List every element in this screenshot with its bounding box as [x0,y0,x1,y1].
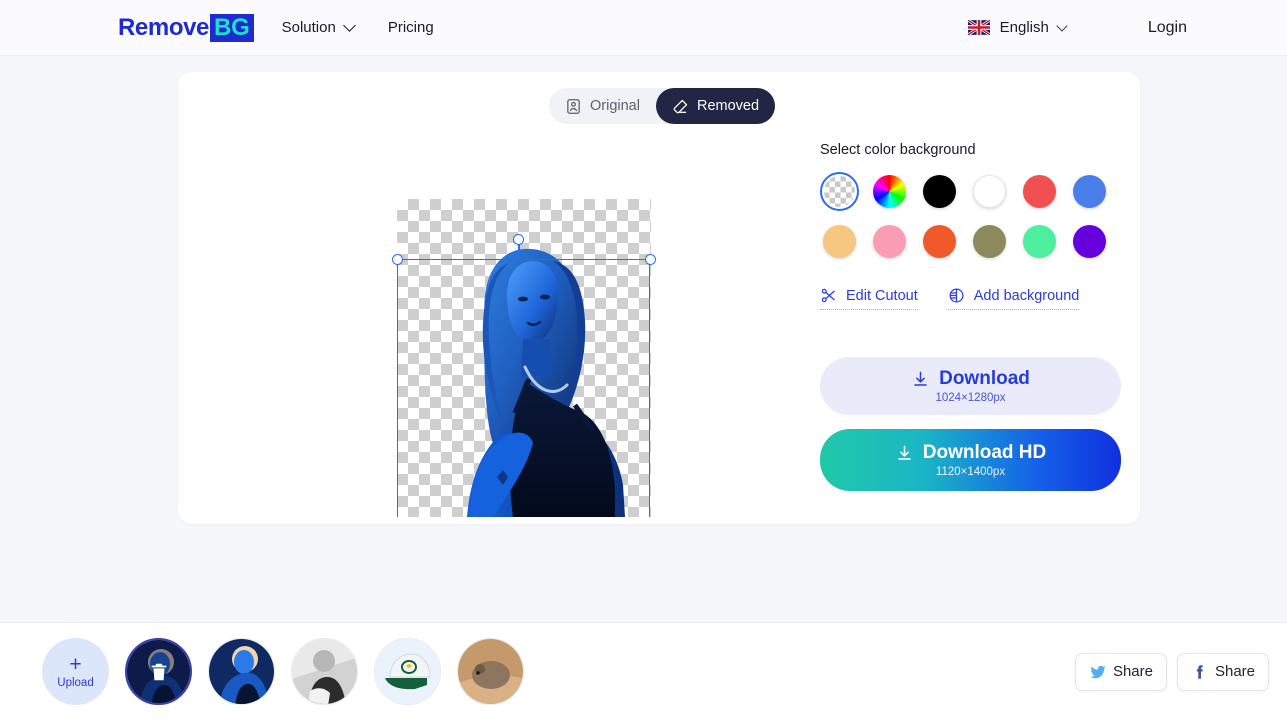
swatch-mint[interactable] [1020,222,1059,261]
swatch-mint-chip [1023,225,1056,258]
download-icon [911,370,930,389]
view-toggle: Original Removed [549,88,776,124]
swatch-blue[interactable] [1070,172,1109,211]
share-facebook-label: Share [1214,663,1255,680]
tab-removed-label: Removed [696,98,760,114]
download-button[interactable]: Download 1024×1280px [820,357,1121,415]
swatch-olive-chip [973,225,1006,258]
add-background-label: Add background [973,287,1080,304]
swatch-red-chip [1023,175,1056,208]
logo[interactable]: Remove BG [118,13,254,42]
swatch-tan-chip [823,225,856,258]
swatch-transparent[interactable] [820,172,859,211]
tab-original-label: Original [590,98,640,114]
image-preview-canvas[interactable] [392,199,656,517]
swatch-black-chip [923,175,956,208]
share-twitter-button[interactable]: Share [1074,652,1167,691]
swatch-pink-chip [873,225,906,258]
page-root: Remove BG Solution Pricing English Login… [0,0,1287,720]
download-icon [895,444,914,463]
color-swatch-grid [820,172,1120,261]
color-wheel-icon [873,175,906,208]
swatch-tan[interactable] [820,222,859,261]
swatch-transparent-chip [824,176,855,207]
swatch-purple-chip [1073,225,1106,258]
plus-icon: + [69,653,82,676]
logo-text-primary: Remove [118,13,209,41]
editor-card: Original Removed Select color background… [178,72,1140,524]
scissors-icon [820,287,837,304]
add-background-link[interactable]: Add background [947,287,1080,310]
thumbnail-green-cap[interactable] [374,638,441,705]
header-right: English Login [967,19,1187,37]
thumbnail-strip: + Upload [42,638,540,705]
site-header: Remove BG Solution Pricing English Login [0,0,1287,56]
language-label: English [999,19,1049,36]
thumbnail-image [375,639,440,704]
download-button-row: Download [911,368,1030,390]
thumbnail-blue-portrait[interactable] [208,638,275,705]
swatch-orange-chip [923,225,956,258]
thumbnail-delete-overlay[interactable] [127,640,190,703]
background-panel: Select color background Edit Cutout Add … [820,142,1122,491]
swatch-red[interactable] [1020,172,1059,211]
edit-cutout-label: Edit Cutout [846,287,918,304]
swatch-white-chip [973,175,1006,208]
thumbnail-bw-portrait[interactable] [291,638,358,705]
download-hd-button-label: Download HD [922,442,1047,463]
bottom-bar: + Upload Share Share [0,622,1287,720]
thumbnail-image [292,639,357,704]
main-nav: Solution Pricing [282,19,468,36]
thumbnail-hamster[interactable] [457,638,524,705]
chevron-down-icon [342,19,356,32]
portrait-frame-icon [565,98,582,115]
share-facebook-button[interactable]: Share [1176,652,1269,691]
uk-flag-icon [967,20,990,35]
swatch-white[interactable] [970,172,1009,211]
thumbnail-image [209,639,274,704]
panel-title: Select color background [820,142,976,158]
nav-item-solution[interactable]: Solution [281,19,356,36]
swatch-orange[interactable] [920,222,959,261]
thumbnail-blue-portrait-selected[interactable] [125,638,192,705]
upload-label: Upload [57,677,94,689]
swatch-black[interactable] [920,172,959,211]
trash-icon [151,663,166,680]
logo-text-accent: BG [209,13,254,42]
language-selector[interactable]: English [967,19,1068,36]
download-hd-button-row: Download HD [895,442,1047,464]
tab-removed[interactable]: Removed [655,88,776,124]
login-button[interactable]: Login [1148,19,1187,37]
swatch-purple[interactable] [1070,222,1109,261]
download-hd-button-size: 1120×1400px [935,466,1006,478]
twitter-icon [1089,663,1107,681]
facebook-icon [1191,663,1209,681]
download-button-size: 1024×1280px [935,392,1006,404]
cutout-subject-image [397,199,651,517]
swatch-blue-chip [1073,175,1106,208]
edit-cutout-link[interactable]: Edit Cutout [820,287,918,310]
share-twitter-label: Share [1112,663,1153,680]
tab-original[interactable]: Original [549,88,656,124]
swatch-color-picker[interactable] [870,172,909,211]
globe-image-icon [948,287,965,304]
subject-svg [467,248,625,517]
thumbnail-image [458,639,523,704]
download-button-label: Download [939,368,1030,389]
swatch-pink[interactable] [870,222,909,261]
chevron-down-icon [1056,19,1068,32]
upload-button[interactable]: + Upload [42,638,109,705]
nav-item-pricing-label: Pricing [387,19,434,36]
tool-links: Edit Cutout Add background [820,287,1122,310]
nav-item-solution-label: Solution [281,19,336,36]
swatch-olive[interactable] [970,222,1009,261]
eraser-icon [672,98,689,115]
share-buttons: Share Share [1065,652,1269,691]
download-hd-button[interactable]: Download HD 1120×1400px [820,429,1121,491]
nav-item-pricing[interactable]: Pricing [388,19,434,36]
